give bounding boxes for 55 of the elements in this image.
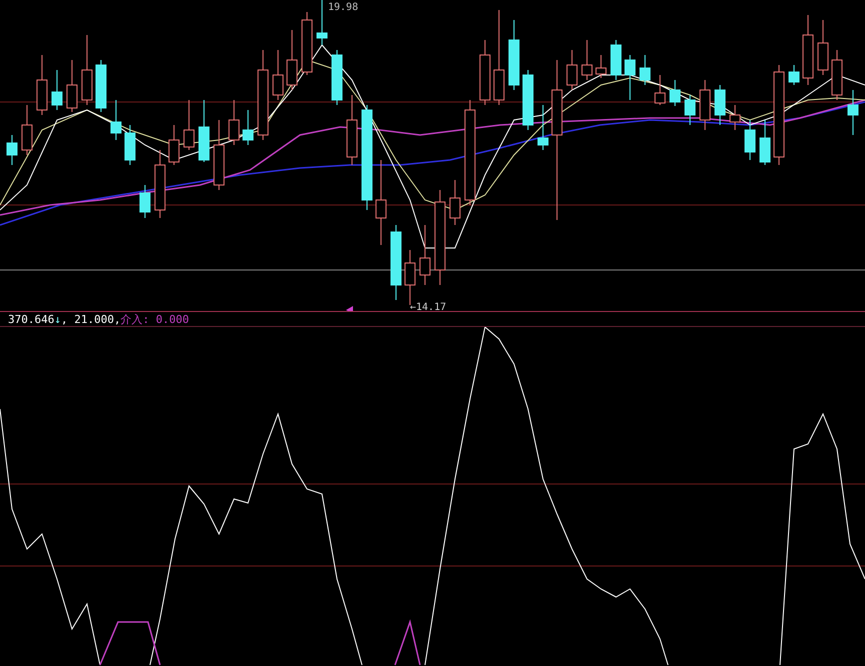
candlestick — [22, 104, 32, 156]
candlestick — [36, 54, 48, 116]
candlestick — [582, 40, 592, 80]
candlestick — [184, 100, 194, 150]
candlestick — [832, 50, 842, 100]
candlestick — [286, 30, 298, 90]
candlestick — [610, 40, 622, 80]
indicator-value: 370.646 — [8, 312, 54, 326]
candlestick — [242, 110, 254, 146]
candlestick — [596, 54, 606, 78]
candlestick — [52, 70, 62, 110]
candlestick — [214, 120, 224, 190]
candlestick — [198, 100, 210, 162]
candlestick — [346, 94, 358, 166]
candlestick — [228, 100, 240, 146]
candlestick — [316, 0, 328, 46]
indicator-value: ↓ — [54, 312, 61, 326]
candlestick — [302, 12, 312, 76]
low-price-label: ←14.17 — [410, 302, 446, 311]
candlestick — [124, 124, 136, 166]
candlestick — [670, 80, 680, 106]
candlestick — [802, 14, 814, 86]
candlestick — [332, 50, 342, 106]
candlestick — [66, 60, 78, 112]
candlestick — [82, 34, 92, 106]
indicator-value: , 21.000, — [60, 312, 121, 326]
candlestick — [96, 60, 106, 112]
candlestick — [6, 134, 18, 166]
candlestick — [538, 104, 548, 150]
candlestick — [272, 50, 284, 100]
candlestick — [730, 104, 740, 130]
indicator-value: 介入: 0.000 — [120, 312, 189, 326]
candlestick — [140, 184, 150, 218]
candlestick — [654, 74, 666, 106]
candlestick — [788, 64, 800, 86]
candlestick — [760, 120, 770, 166]
candlestick — [508, 20, 520, 90]
candlestick — [522, 70, 534, 130]
candlestick — [818, 20, 828, 76]
candlestick — [110, 100, 122, 140]
candlestick — [420, 224, 430, 286]
candlestick — [640, 54, 650, 86]
candlestick — [700, 80, 710, 130]
candlestick — [566, 50, 578, 90]
candlestick — [848, 90, 858, 136]
candlestick — [714, 84, 726, 126]
candlestick — [168, 124, 180, 166]
candlestick — [624, 54, 636, 100]
high-price-label: 19.98 — [328, 2, 358, 13]
candlestick — [684, 94, 696, 126]
candlestick — [480, 40, 490, 106]
candlestick — [744, 120, 756, 160]
candlestick — [154, 150, 166, 218]
candlestick — [450, 180, 460, 226]
marker-icon — [346, 306, 353, 311]
